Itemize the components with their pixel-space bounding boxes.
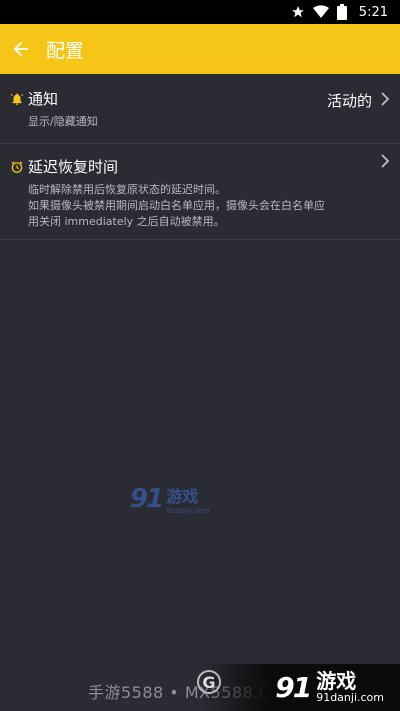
status-time: 5:21 bbox=[358, 4, 388, 20]
chevron-right-icon bbox=[381, 92, 390, 106]
page-title: 配置 bbox=[46, 39, 85, 62]
watermark-name: 游戏 bbox=[166, 487, 199, 506]
setting-notifications[interactable]: 通知 显示/隐藏通知 活动的 bbox=[0, 74, 400, 144]
alarm-clock-icon bbox=[11, 161, 23, 173]
wifi-icon bbox=[312, 5, 329, 18]
watermark-bottom: 手游5588 • MX5588.COM 91 游戏 91danji.com G bbox=[0, 664, 400, 711]
watermark-bottom-name: 游戏 bbox=[316, 669, 357, 694]
bell-icon bbox=[10, 93, 24, 105]
chevron-right-icon bbox=[381, 154, 390, 168]
notifications-value: 活动的 bbox=[326, 92, 372, 110]
watermark-center: 91 游戏 91danji.com bbox=[130, 483, 209, 515]
watermark-logo: 91 bbox=[130, 484, 164, 514]
delay-restore-desc-line2: 如果摄像头被禁用期间启动白名单应用，摄像头会在白名单应 bbox=[28, 199, 325, 212]
back-button[interactable] bbox=[8, 36, 34, 62]
status-bar: 5:21 bbox=[0, 0, 400, 24]
battery-icon bbox=[336, 4, 347, 20]
app-bar: 配置 bbox=[0, 24, 400, 74]
back-arrow-icon bbox=[13, 41, 29, 57]
delay-restore-desc-line3: 用关闭 immediately 之后自动被禁用。 bbox=[28, 215, 225, 228]
watermark-url: 91danji.com bbox=[166, 507, 210, 515]
notifications-title: 通知 bbox=[28, 90, 59, 108]
notifications-subtitle: 显示/隐藏通知 bbox=[28, 115, 98, 128]
delay-restore-title: 延迟恢复时间 bbox=[28, 158, 119, 176]
watermark-bottom-badge: 91 游戏 91danji.com bbox=[200, 664, 400, 711]
delay-restore-desc-line1: 临时解除禁用后恢复原状态的延迟时间。 bbox=[28, 183, 226, 196]
delay-restore-description: 临时解除禁用后恢复原状态的延迟时间。 如果摄像头被禁用期间启动白名单应用，摄像头… bbox=[28, 182, 364, 230]
star-icon bbox=[291, 6, 304, 18]
watermark-bottom-logo: 91 bbox=[275, 671, 312, 704]
watermark-g-icon: G bbox=[197, 670, 221, 694]
watermark-bottom-url: 91danji.com bbox=[316, 691, 384, 705]
setting-delay-restore[interactable]: 延迟恢复时间 临时解除禁用后恢复原状态的延迟时间。 如果摄像头被禁用期间启动白名… bbox=[0, 144, 400, 240]
